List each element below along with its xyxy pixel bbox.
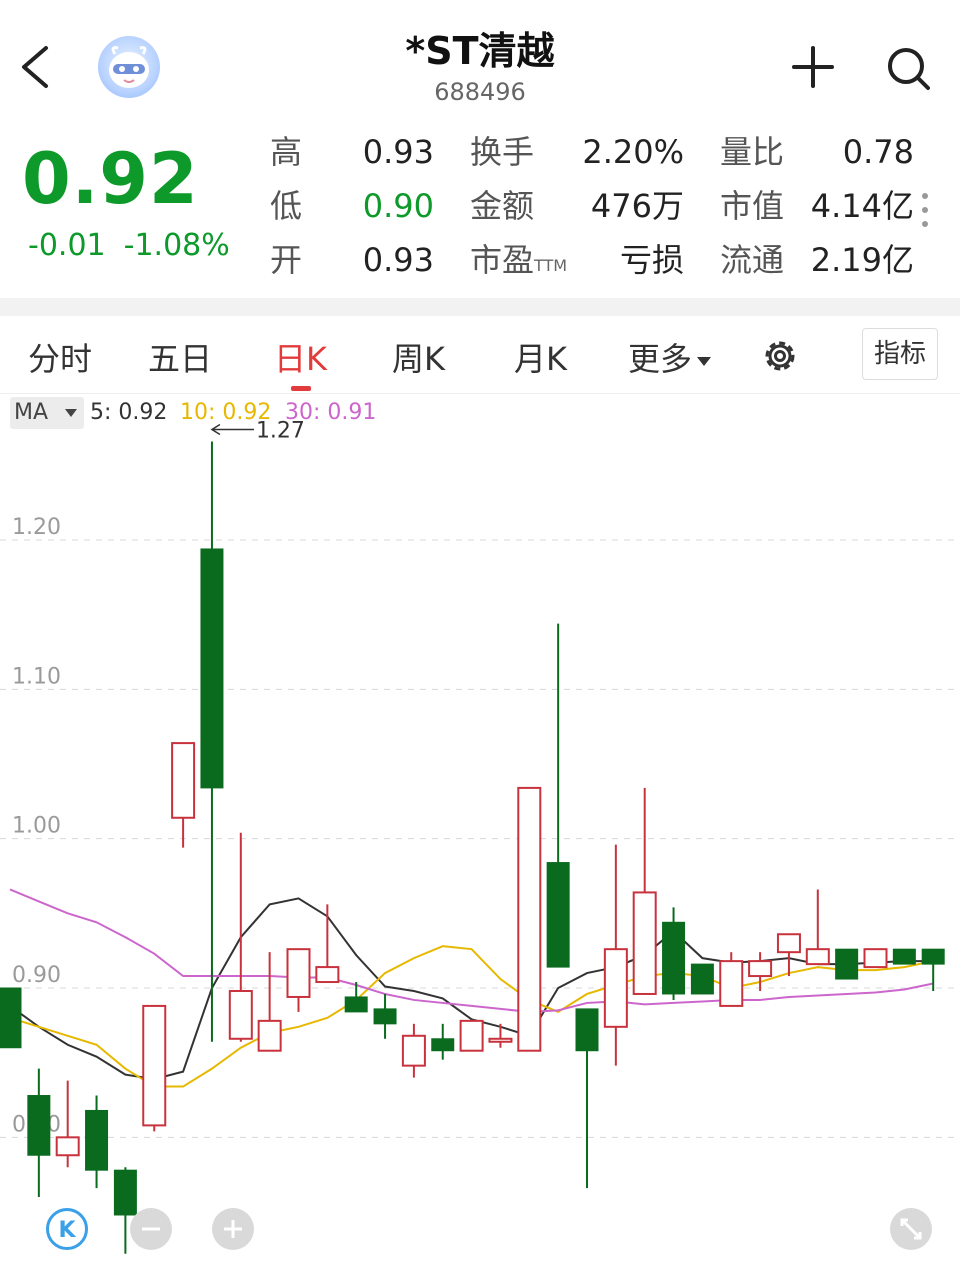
y-tick-label: 0.90 — [12, 963, 61, 988]
candle-body — [603, 948, 628, 1028]
candle-body — [662, 921, 686, 995]
y-tick-label: 1.00 — [12, 814, 61, 839]
stat-label-pe-text: 市盈 — [470, 241, 535, 279]
candle-body — [344, 996, 368, 1013]
candle-body — [921, 948, 945, 965]
candle-body — [863, 948, 888, 969]
candle-body — [85, 1109, 109, 1171]
max-price-label: 1.27 — [256, 418, 305, 443]
zoom-out-button[interactable] — [130, 1208, 172, 1250]
candle-body — [776, 933, 801, 954]
stat-label-low: 低 — [270, 187, 303, 225]
fullscreen-button[interactable] — [890, 1208, 932, 1250]
stat-label-high: 高 — [270, 133, 303, 171]
candle-body — [431, 1038, 455, 1052]
zoom-in-button[interactable] — [212, 1208, 254, 1250]
candle-body — [286, 948, 311, 998]
candle-body — [142, 1004, 167, 1127]
k-line-toggle-button[interactable]: K — [46, 1208, 88, 1250]
top-bar: *ST清越 688496 — [0, 0, 960, 120]
minus-icon — [142, 1227, 160, 1231]
stat-value-market-cap: 4.14亿 — [810, 187, 914, 225]
stats-grid: 高 0.93 换手 2.20% 量比 0.78 低 0.90 金额 476万 市… — [270, 130, 930, 292]
expand-icon — [900, 1218, 922, 1240]
quote-panel: 0.92 -0.01 -1.08% 高 0.93 换手 2.20% 量比 0.78… — [0, 120, 960, 298]
stat-value-open: 0.93 — [362, 241, 434, 279]
candle-body — [546, 862, 570, 968]
candle-body — [748, 960, 773, 978]
candle-body — [200, 548, 224, 789]
y-tick-label: 1.20 — [12, 515, 61, 540]
gear-icon[interactable] — [760, 336, 800, 376]
chart-tabs: 分时 五日 日K 周K 月K 更多 指标 — [0, 316, 960, 394]
candle-body — [892, 948, 916, 965]
stat-value-volume-ratio: 0.78 — [842, 133, 914, 171]
stat-label-volume-ratio: 量比 — [720, 133, 785, 171]
candle-body — [401, 1034, 426, 1067]
candle-body — [690, 963, 714, 995]
candle-body — [632, 891, 657, 995]
candlestick-chart[interactable]: 1.201.101.000.900.801.270.72 — [0, 395, 960, 1279]
candle-body — [835, 948, 859, 980]
plus-icon — [224, 1220, 242, 1238]
change-percent: -1.08% — [123, 228, 230, 263]
stats-row: 开 0.93 市盈TTM 亏损 流通 2.19亿 — [270, 238, 930, 292]
price-change: -0.01 -1.08% — [28, 228, 248, 263]
candle-body — [0, 987, 22, 1049]
stat-label-open: 开 — [270, 241, 303, 279]
tab-daily-k[interactable]: 日K — [274, 334, 327, 380]
stat-value-low: 0.90 — [362, 187, 434, 225]
tab-more-label: 更多 — [628, 340, 693, 378]
candle-body — [517, 786, 542, 1052]
caret-down-icon — [697, 357, 712, 366]
candle-body — [55, 1136, 80, 1157]
candle-body — [171, 742, 196, 819]
stat-value-turnover: 2.20% — [582, 133, 684, 171]
stat-label-pe: 市盈TTM — [470, 238, 567, 288]
tab-intraday[interactable]: 分时 — [28, 334, 92, 380]
section-divider — [0, 298, 960, 316]
svg-text:K: K — [58, 1218, 76, 1243]
stat-label-market-cap: 市值 — [720, 187, 785, 225]
candle-body — [373, 1008, 397, 1025]
y-tick-label: 1.10 — [12, 664, 61, 689]
stats-row: 低 0.90 金额 476万 市值 4.14亿 — [270, 184, 930, 238]
stat-value-pe: 亏损 — [619, 241, 684, 279]
candle-body — [488, 1037, 513, 1043]
more-vertical-icon[interactable] — [920, 190, 930, 230]
current-price: 0.92 — [22, 138, 199, 220]
k-icon: K — [58, 1218, 76, 1243]
stat-label-float-cap: 流通 — [720, 241, 785, 279]
candle-body — [228, 989, 253, 1040]
search-icon[interactable] — [884, 44, 932, 92]
stat-value-amount: 476万 — [590, 187, 684, 225]
change-amount: -0.01 — [28, 228, 106, 263]
candle-body — [719, 960, 744, 1007]
candle-body — [315, 966, 340, 984]
candle-body — [27, 1095, 51, 1156]
candle-body — [257, 1019, 282, 1052]
candle-body — [575, 1008, 599, 1052]
tab-more[interactable]: 更多 — [628, 334, 712, 380]
add-watchlist-icon[interactable] — [790, 44, 836, 90]
tab-weekly-k[interactable]: 周K — [392, 334, 445, 380]
active-tab-indicator — [291, 386, 311, 391]
stat-value-high: 0.93 — [362, 133, 434, 171]
indicator-button[interactable]: 指标 — [862, 328, 938, 380]
stat-label-amount: 金额 — [470, 187, 535, 225]
candle-body — [805, 948, 830, 966]
candle-body — [459, 1019, 484, 1052]
tab-five-day[interactable]: 五日 — [148, 334, 212, 380]
stat-label-turnover: 换手 — [470, 133, 535, 171]
stats-row: 高 0.93 换手 2.20% 量比 0.78 — [270, 130, 930, 184]
stat-value-float-cap: 2.19亿 — [810, 241, 914, 279]
tab-monthly-k[interactable]: 月K — [514, 334, 567, 380]
